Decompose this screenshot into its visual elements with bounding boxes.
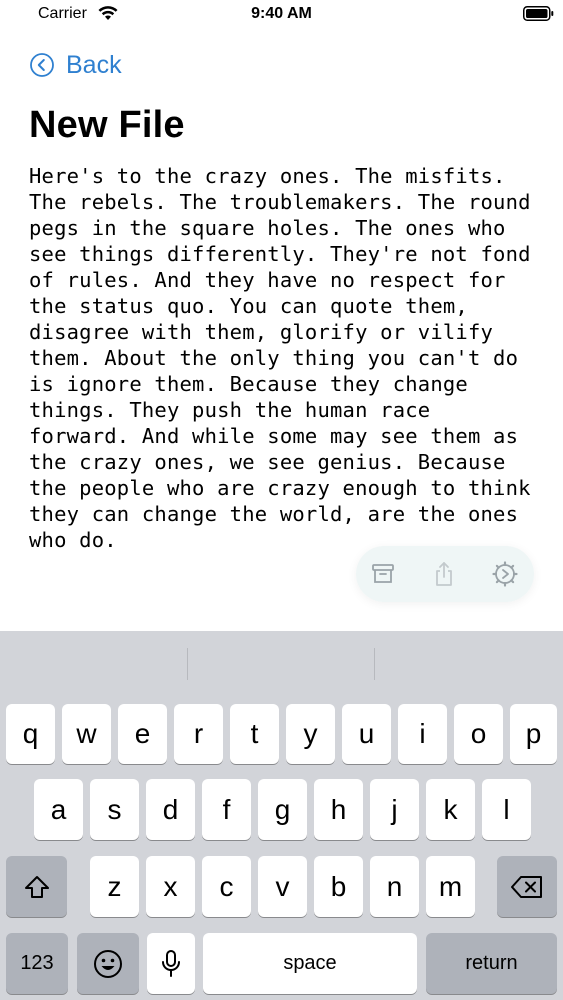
key-s[interactable]: s: [90, 779, 139, 840]
shift-key[interactable]: [6, 856, 67, 917]
clock: 9:40 AM: [251, 5, 312, 22]
share-icon: [436, 562, 452, 586]
key-w[interactable]: w: [62, 704, 111, 764]
prediction-divider: [374, 648, 375, 680]
back-button[interactable]: Back: [30, 50, 122, 80]
shift-icon: [24, 875, 49, 898]
key-d[interactable]: d: [146, 779, 195, 840]
return-key[interactable]: return: [426, 933, 557, 994]
key-n[interactable]: n: [370, 856, 419, 917]
key-h[interactable]: h: [314, 779, 363, 840]
numbers-key[interactable]: 123: [6, 933, 68, 994]
key-b[interactable]: b: [314, 856, 363, 917]
key-r[interactable]: r: [174, 704, 223, 764]
key-l[interactable]: l: [482, 779, 531, 840]
page-title: New File: [29, 104, 185, 146]
settings-button[interactable]: [490, 559, 520, 589]
settings-icon: [492, 561, 518, 587]
key-p[interactable]: p: [510, 704, 557, 764]
key-j[interactable]: j: [370, 779, 419, 840]
delete-backspace-icon: [511, 875, 542, 898]
key-k[interactable]: k: [426, 779, 475, 840]
share-button[interactable]: [429, 559, 459, 589]
emoji-key[interactable]: [77, 933, 139, 994]
battery-icon: [523, 6, 554, 21]
key-u[interactable]: u: [342, 704, 391, 764]
key-q[interactable]: q: [6, 704, 55, 764]
key-m[interactable]: m: [426, 856, 475, 917]
emoji-icon: [94, 949, 122, 978]
key-e[interactable]: e: [118, 704, 167, 764]
prediction-divider: [187, 648, 188, 680]
floating-toolbar: [356, 546, 534, 602]
delete-key[interactable]: [497, 856, 557, 917]
key-i[interactable]: i: [398, 704, 447, 764]
microphone-icon: [162, 949, 180, 977]
status-bar: Carrier 9:40 AM: [0, 0, 563, 30]
key-y[interactable]: y: [286, 704, 335, 764]
key-c[interactable]: c: [202, 856, 251, 917]
key-o[interactable]: o: [454, 704, 503, 764]
chevron-left-circle-icon: [30, 53, 54, 77]
key-f[interactable]: f: [202, 779, 251, 840]
text-editor[interactable]: Here's to the crazy ones. The misfits. T…: [29, 163, 534, 583]
keyboard: q w e r t y u i o p a s d f g h j k l z …: [0, 631, 563, 1000]
space-key[interactable]: space: [203, 933, 417, 994]
key-v[interactable]: v: [258, 856, 307, 917]
key-t[interactable]: t: [230, 704, 279, 764]
key-x[interactable]: x: [146, 856, 195, 917]
archive-icon: [372, 564, 394, 583]
key-z[interactable]: z: [90, 856, 139, 917]
key-g[interactable]: g: [258, 779, 307, 840]
archive-button[interactable]: [368, 559, 398, 589]
key-a[interactable]: a: [34, 779, 83, 840]
dictation-key[interactable]: [147, 933, 195, 994]
back-label: Back: [66, 50, 122, 79]
